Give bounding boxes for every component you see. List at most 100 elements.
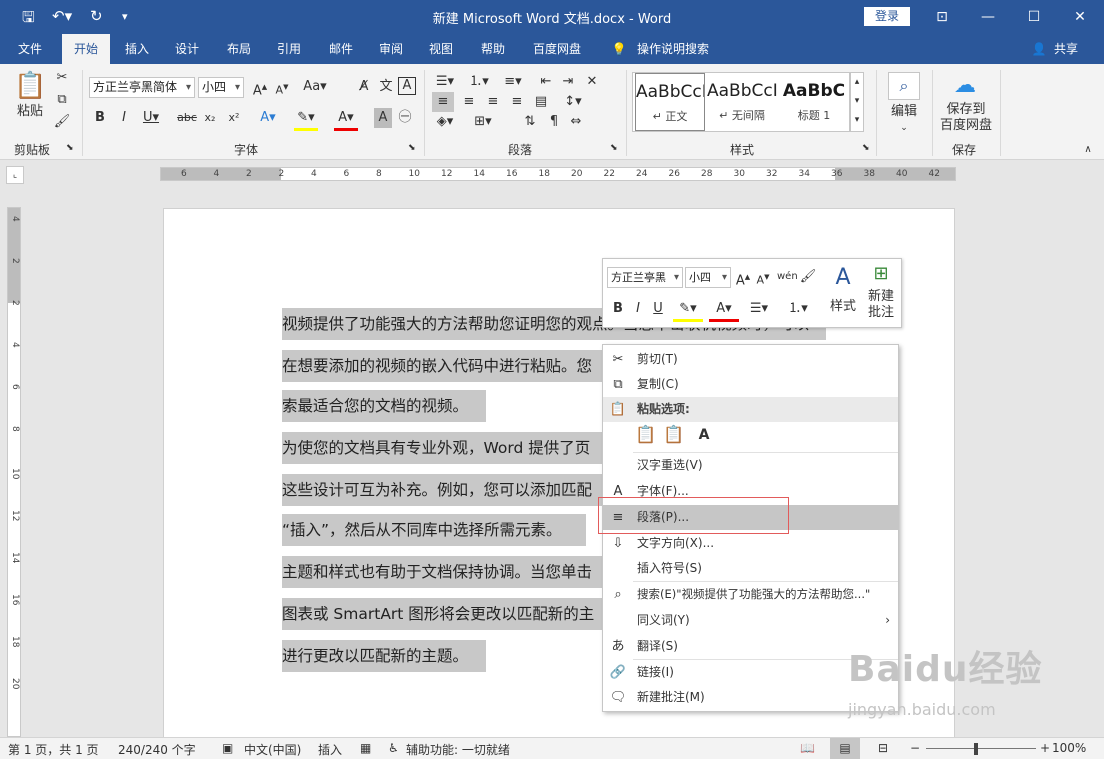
style-heading-1[interactable]: AaBbC 标题 1	[779, 73, 849, 131]
superscript-icon[interactable]: x²	[226, 108, 242, 128]
tab-home[interactable]: 开始	[62, 34, 110, 64]
vertical-ruler[interactable]: 4 2 2 4 6 8 10 12 14 16 18 20	[7, 207, 21, 737]
highlight-icon[interactable]: ✎▾	[294, 108, 318, 131]
menu-item-insert-symbol[interactable]: 插入符号(S)	[603, 556, 898, 581]
maximize-button[interactable]: ☐	[1012, 4, 1056, 30]
dialog-launcher-icon[interactable]: ⬊	[610, 141, 618, 155]
cut-icon[interactable]: ✂	[52, 68, 72, 88]
tab-file[interactable]: 文件	[8, 34, 52, 64]
menu-item-synonyms[interactable]: 同义词(Y) ›	[603, 608, 898, 633]
borders-icon[interactable]: ⊞▾	[470, 112, 496, 132]
bullets-icon[interactable]: ☰▾	[747, 299, 771, 319]
phonetic-guide-icon[interactable]: 文	[376, 77, 396, 97]
collapse-ribbon-icon[interactable]: ∧	[1080, 140, 1096, 160]
proofing-icon[interactable]: ▣	[222, 741, 233, 755]
font-color-icon[interactable]: A▾	[709, 299, 739, 322]
align-left-icon[interactable]: ≡	[432, 92, 454, 112]
tab-view[interactable]: 视图	[420, 34, 462, 64]
menu-item-copy[interactable]: ⧉ 复制(C)	[603, 372, 898, 397]
tab-help[interactable]: 帮助	[472, 34, 514, 64]
baidu-netdisk-icon[interactable]: ☁	[950, 72, 980, 100]
tab-layout[interactable]: 布局	[218, 34, 260, 64]
char-scaling-icon[interactable]: ⇔	[566, 112, 586, 132]
style-no-spacing[interactable]: AaBbCcI ↵ 无间隔	[707, 73, 777, 131]
style-normal[interactable]: AaBbCcI ↵ 正文	[635, 73, 705, 131]
numbering-icon[interactable]: ⒈▾	[783, 299, 813, 319]
line-spacing-icon[interactable]: ↕▾	[560, 92, 586, 112]
zoom-out-icon[interactable]: −	[910, 741, 920, 755]
tab-insert[interactable]: 插入	[116, 34, 158, 64]
status-words[interactable]: 240/240 个字	[118, 741, 196, 758]
tab-baidu-netdisk[interactable]: 百度网盘	[524, 34, 590, 64]
doc-line-5[interactable]: 这些设计可互为补充。例如，您可以添加匹配	[282, 474, 602, 506]
tab-mailings[interactable]: 邮件	[320, 34, 362, 64]
bold-icon[interactable]: B	[92, 108, 108, 128]
grow-font-icon[interactable]: A▲	[735, 267, 751, 291]
shrink-font-icon[interactable]: A▼	[755, 267, 771, 291]
multilevel-list-icon[interactable]: ≡▾	[500, 72, 526, 92]
paste-text-only-icon[interactable]: A	[693, 425, 715, 449]
paste-button[interactable]: 粘贴	[12, 102, 48, 122]
italic-icon[interactable]: I	[116, 108, 132, 128]
underline-icon[interactable]: U▾	[140, 108, 162, 128]
align-center-icon[interactable]: ≡	[458, 92, 480, 112]
dialog-launcher-icon[interactable]: ⬊	[66, 141, 74, 155]
mini-size-select[interactable]: 小四	[685, 267, 731, 288]
status-zoom[interactable]: 100%	[1052, 741, 1086, 755]
ribbon-display-icon[interactable]: ⊡	[920, 4, 964, 30]
menu-item-text-direction[interactable]: ⇩ 文字方向(X)...	[603, 531, 898, 556]
font-color-icon[interactable]: A▾	[334, 108, 358, 131]
mini-styles-label[interactable]: 样式	[827, 297, 859, 317]
styles-icon[interactable]: A	[827, 263, 859, 293]
accessibility-icon[interactable]: ♿	[388, 741, 399, 755]
doc-line-6[interactable]: “插入”，然后从不同库中选择所需元素。	[282, 514, 586, 546]
doc-line-9[interactable]: 进行更改以匹配新的主题。	[282, 640, 486, 672]
sort-icon[interactable]: ⇅	[520, 112, 540, 132]
clear-format-icon[interactable]: A̸	[354, 77, 374, 97]
status-language[interactable]: 中文(中国)	[244, 741, 301, 758]
char-border-icon[interactable]: A	[398, 77, 416, 95]
align-right-icon[interactable]: ≡	[482, 92, 504, 112]
status-insert-mode[interactable]: 插入	[318, 741, 342, 758]
subscript-icon[interactable]: x₂	[202, 108, 218, 128]
increase-indent-icon[interactable]: ⇥	[558, 72, 578, 92]
underline-icon[interactable]: U	[651, 299, 665, 319]
bullets-icon[interactable]: ☰▾	[432, 72, 458, 92]
find-icon[interactable]: ⌕	[888, 72, 920, 100]
status-page[interactable]: 第 1 页，共 1 页	[8, 741, 99, 758]
new-comment-icon[interactable]: ⊞	[865, 261, 897, 287]
paste-merge-format-icon[interactable]: 📋	[663, 425, 685, 449]
highlight-icon[interactable]: ✎▾	[673, 299, 703, 322]
paste-keep-format-icon[interactable]: 📋	[635, 425, 657, 449]
format-painter-icon[interactable]: 🖌	[799, 267, 817, 287]
dialog-launcher-icon[interactable]: ⬊	[408, 141, 416, 155]
justify-icon[interactable]: ≡	[506, 92, 528, 112]
styles-scroll[interactable]: ▴ ▾ ▾	[850, 72, 864, 132]
strikethrough-icon[interactable]: abc	[176, 108, 198, 128]
mini-font-select[interactable]: 方正兰亭黑	[607, 267, 683, 288]
italic-icon[interactable]: I	[631, 299, 645, 319]
phonetic-guide-icon[interactable]: wén	[777, 267, 798, 287]
text-effects-icon[interactable]: A▾	[256, 108, 280, 128]
menu-item-search[interactable]: ⌕ 搜索(E)"视频提供了功能强大的方法帮助您..."	[603, 582, 898, 607]
format-painter-icon[interactable]: 🖌	[52, 112, 72, 132]
change-case-icon[interactable]: Aa▾	[302, 77, 328, 97]
print-layout-icon[interactable]: ▤	[830, 738, 860, 759]
dialog-launcher-icon[interactable]: ⬊	[862, 141, 870, 155]
doc-line-3[interactable]: 索最适合您的文档的视频。	[282, 390, 486, 422]
doc-line-7[interactable]: 主题和样式也有助于文档保持协调。当您单击	[282, 556, 602, 588]
shading-icon[interactable]: ◈▾	[432, 112, 458, 132]
read-mode-icon[interactable]: 📖	[800, 741, 815, 755]
mini-comment-label-2[interactable]: 批注	[865, 305, 897, 320]
shrink-font-icon[interactable]: A▼	[272, 77, 292, 101]
tab-design[interactable]: 设计	[166, 34, 208, 64]
save-baidu-label-2[interactable]: 百度网盘	[938, 118, 994, 133]
minimize-button[interactable]: —	[966, 4, 1010, 30]
doc-line-8[interactable]: 图表或 SmartArt 图形将会更改以匹配新的主	[282, 598, 602, 630]
menu-item-reconvert[interactable]: 汉字重选(V)	[603, 453, 898, 478]
save-baidu-label-1[interactable]: 保存到	[938, 102, 994, 117]
zoom-slider[interactable]	[926, 748, 1036, 749]
mini-comment-label-1[interactable]: 新建	[865, 289, 897, 304]
doc-line-4[interactable]: 为使您的文档具有专业外观，Word 提供了页	[282, 432, 602, 464]
tab-selector-icon[interactable]: ⌞	[6, 166, 24, 184]
